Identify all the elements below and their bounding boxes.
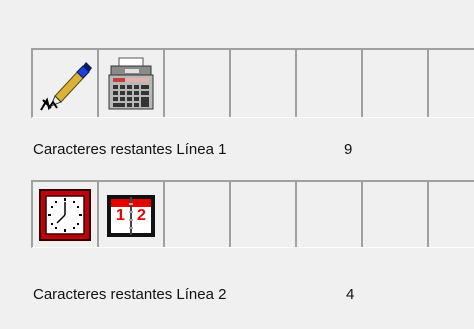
grid-cell-line2-3[interactable] [165, 182, 231, 247]
grid-cell-line1-2[interactable] [99, 50, 165, 117]
calendar-right-digit: 2 [137, 207, 146, 224]
adding-machine-icon [108, 57, 154, 109]
line-2-icon-grid: 1 2 [31, 180, 474, 248]
remaining-characters-label-line-1: Caracteres restantes Línea 1 [33, 141, 227, 158]
grid-cell-line1-5[interactable] [297, 50, 363, 117]
line-1-icon-grid [31, 48, 474, 118]
remaining-characters-label-line-2: Caracteres restantes Línea 2 [33, 286, 227, 303]
wall-clock-icon [39, 188, 91, 241]
grid-cell-line1-7[interactable] [429, 50, 474, 117]
grid-cell-line2-4[interactable] [231, 182, 297, 247]
remaining-characters-count-line-2: 4 [346, 286, 355, 303]
grid-cell-line2-2[interactable]: 1 2 [99, 182, 165, 247]
pen-signature-icon [40, 61, 92, 111]
grid-cell-line1-3[interactable] [165, 50, 231, 117]
grid-cell-line2-6[interactable] [363, 182, 429, 247]
remaining-characters-count-line-1: 9 [344, 141, 353, 158]
grid-cell-line1-4[interactable] [231, 50, 297, 117]
character-grid-panel: Caracteres restantes Línea 1 9 1 2 Carac… [0, 0, 474, 329]
grid-cell-line2-5[interactable] [297, 182, 363, 247]
calendar-book-icon: 1 2 [107, 194, 155, 237]
grid-cell-line1-6[interactable] [363, 50, 429, 117]
grid-cell-line2-7[interactable] [429, 182, 474, 247]
grid-cell-line2-1[interactable] [33, 182, 99, 247]
calendar-left-digit: 1 [116, 207, 125, 224]
grid-cell-line1-1[interactable] [33, 50, 99, 117]
